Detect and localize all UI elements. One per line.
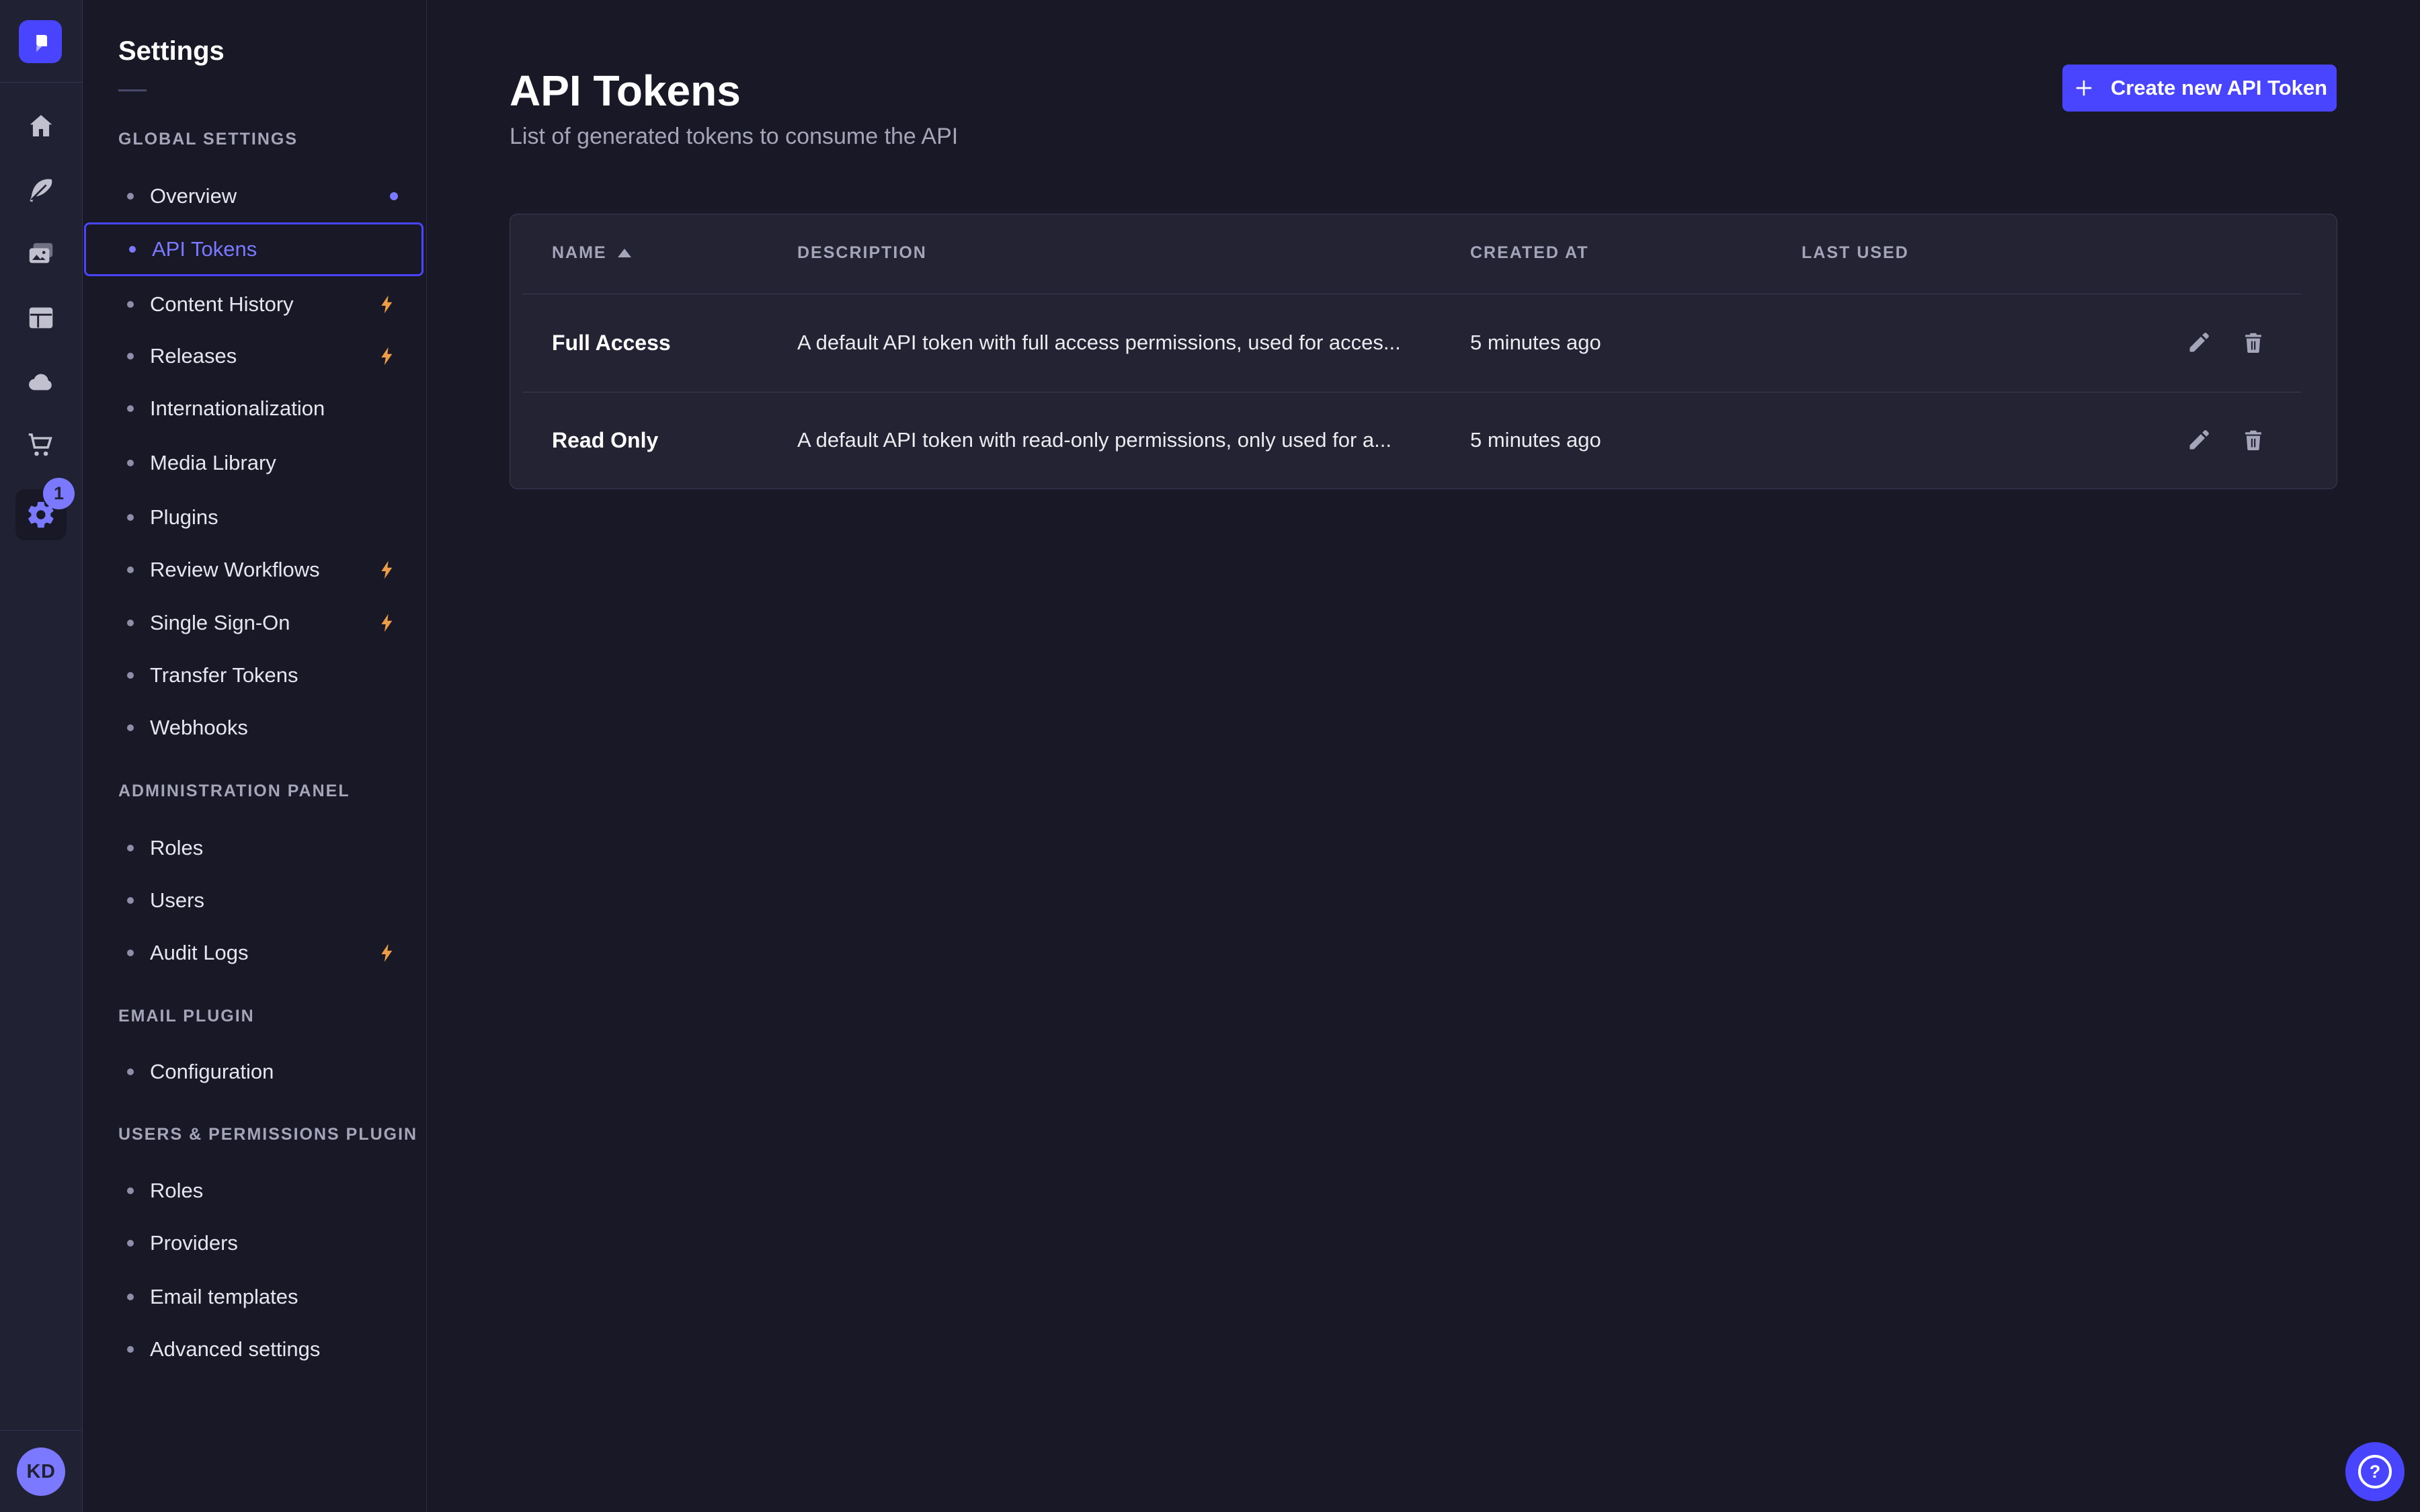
column-header-name[interactable]: NAME — [552, 243, 631, 263]
bullet — [127, 672, 134, 679]
cell-name: Full Access — [552, 323, 671, 363]
bullet — [127, 845, 134, 851]
sidebar-item-overview[interactable]: Overview — [84, 170, 424, 222]
bullet — [127, 620, 134, 626]
lightning-icon — [376, 294, 398, 315]
settings-subnav: Settings GLOBAL SETTINGS Overview API To… — [83, 0, 427, 1512]
edit-pencil-icon[interactable] — [2179, 420, 2219, 460]
page-title: API Tokens — [510, 66, 741, 116]
sidebar-item-internationalization[interactable]: Internationalization — [84, 382, 424, 435]
bullet — [127, 460, 134, 466]
bullet — [127, 1346, 134, 1353]
api-tokens-table: NAME DESCRIPTION CREATED AT LAST USED Fu… — [510, 214, 2337, 489]
column-header-last-used: LAST USED — [1802, 243, 1909, 263]
sidebar-item-api-tokens[interactable]: API Tokens — [84, 222, 424, 276]
bullet — [127, 353, 134, 360]
overview-notification-dot — [390, 192, 398, 200]
column-header-created-at: CREATED AT — [1470, 243, 1588, 263]
sidebar-item-media-library[interactable]: Media Library — [84, 437, 424, 489]
lightning-icon — [376, 942, 398, 964]
section-users-permissions-plugin: USERS & PERMISSIONS PLUGIN — [118, 1122, 417, 1146]
media-library-icon[interactable] — [15, 228, 67, 280]
edit-pencil-icon[interactable] — [2179, 323, 2219, 363]
cell-description: A default API token with full access per… — [797, 323, 1401, 363]
settings-notification-badge: 1 — [43, 478, 75, 509]
bullet — [127, 1068, 134, 1075]
subnav-title-divider — [118, 89, 147, 91]
sidebar-item-roles-admin[interactable]: Roles — [84, 822, 424, 874]
content-type-builder-icon[interactable] — [15, 292, 67, 343]
bullet — [127, 950, 134, 956]
sidebar-item-advanced-settings[interactable]: Advanced settings — [84, 1323, 424, 1376]
sidebar-item-releases[interactable]: Releases — [84, 330, 424, 382]
question-mark-icon: ? — [2358, 1455, 2392, 1488]
sidebar-item-roles-up[interactable]: Roles — [84, 1165, 424, 1217]
sidebar-item-plugins[interactable]: Plugins — [84, 491, 424, 544]
user-avatar[interactable]: KD — [17, 1447, 65, 1496]
sort-asc-icon — [618, 249, 631, 257]
sidebar-item-content-history[interactable]: Content History — [84, 278, 424, 331]
bullet — [127, 724, 134, 731]
sidebar-item-providers[interactable]: Providers — [84, 1217, 424, 1269]
section-email-plugin: EMAIL PLUGIN — [118, 1004, 255, 1028]
lightning-icon — [376, 559, 398, 581]
bullet — [127, 514, 134, 521]
cell-created-at: 5 minutes ago — [1470, 323, 1601, 363]
sidebar-item-email-templates[interactable]: Email templates — [84, 1271, 424, 1323]
main-nav: 1 KD — [0, 0, 83, 1512]
sidebar-item-users[interactable]: Users — [84, 874, 424, 927]
nav-divider-bottom — [0, 1430, 82, 1431]
column-header-description: DESCRIPTION — [797, 243, 927, 263]
delete-trash-icon[interactable] — [2233, 323, 2273, 363]
cell-created-at: 5 minutes ago — [1470, 420, 1601, 460]
cloud-deploy-icon[interactable] — [15, 356, 67, 407]
bullet — [129, 246, 136, 253]
create-api-token-button[interactable]: Create new API Token — [2062, 65, 2337, 112]
cell-name: Read Only — [552, 420, 658, 460]
section-global-settings: GLOBAL SETTINGS — [118, 127, 298, 151]
table-row[interactable]: Read Only A default API token with read-… — [510, 392, 2337, 489]
cell-description: A default API token with read-only permi… — [797, 420, 1392, 460]
bullet — [127, 566, 134, 573]
table-row[interactable]: Full Access A default API token with ful… — [510, 294, 2337, 392]
strapi-logo-icon — [28, 29, 53, 54]
bullet — [127, 897, 134, 904]
sidebar-item-configuration[interactable]: Configuration — [84, 1046, 424, 1098]
sidebar-item-audit-logs[interactable]: Audit Logs — [84, 927, 424, 979]
bullet — [127, 405, 134, 412]
page-subtitle: List of generated tokens to consume the … — [510, 124, 958, 150]
sidebar-item-review-workflows[interactable]: Review Workflows — [84, 544, 424, 596]
strapi-logo[interactable] — [19, 20, 62, 63]
bullet — [127, 301, 134, 308]
marketplace-cart-icon[interactable] — [15, 420, 67, 471]
sidebar-item-webhooks[interactable]: Webhooks — [84, 702, 424, 754]
delete-trash-icon[interactable] — [2233, 420, 2273, 460]
lightning-icon — [376, 612, 398, 634]
subnav-title: Settings — [118, 36, 225, 67]
help-button[interactable]: ? — [2345, 1442, 2405, 1501]
bullet — [127, 1240, 134, 1247]
nav-divider-top — [0, 82, 82, 83]
content-manager-feather-icon[interactable] — [15, 165, 67, 216]
home-icon[interactable] — [15, 101, 67, 152]
bullet — [127, 193, 134, 200]
sidebar-item-transfer-tokens[interactable]: Transfer Tokens — [84, 649, 424, 702]
sidebar-item-single-sign-on[interactable]: Single Sign-On — [84, 597, 424, 649]
bullet — [127, 1187, 134, 1194]
plus-icon — [2072, 76, 2096, 100]
lightning-icon — [376, 345, 398, 367]
section-administration-panel: ADMINISTRATION PANEL — [118, 779, 350, 803]
bullet — [127, 1294, 134, 1300]
